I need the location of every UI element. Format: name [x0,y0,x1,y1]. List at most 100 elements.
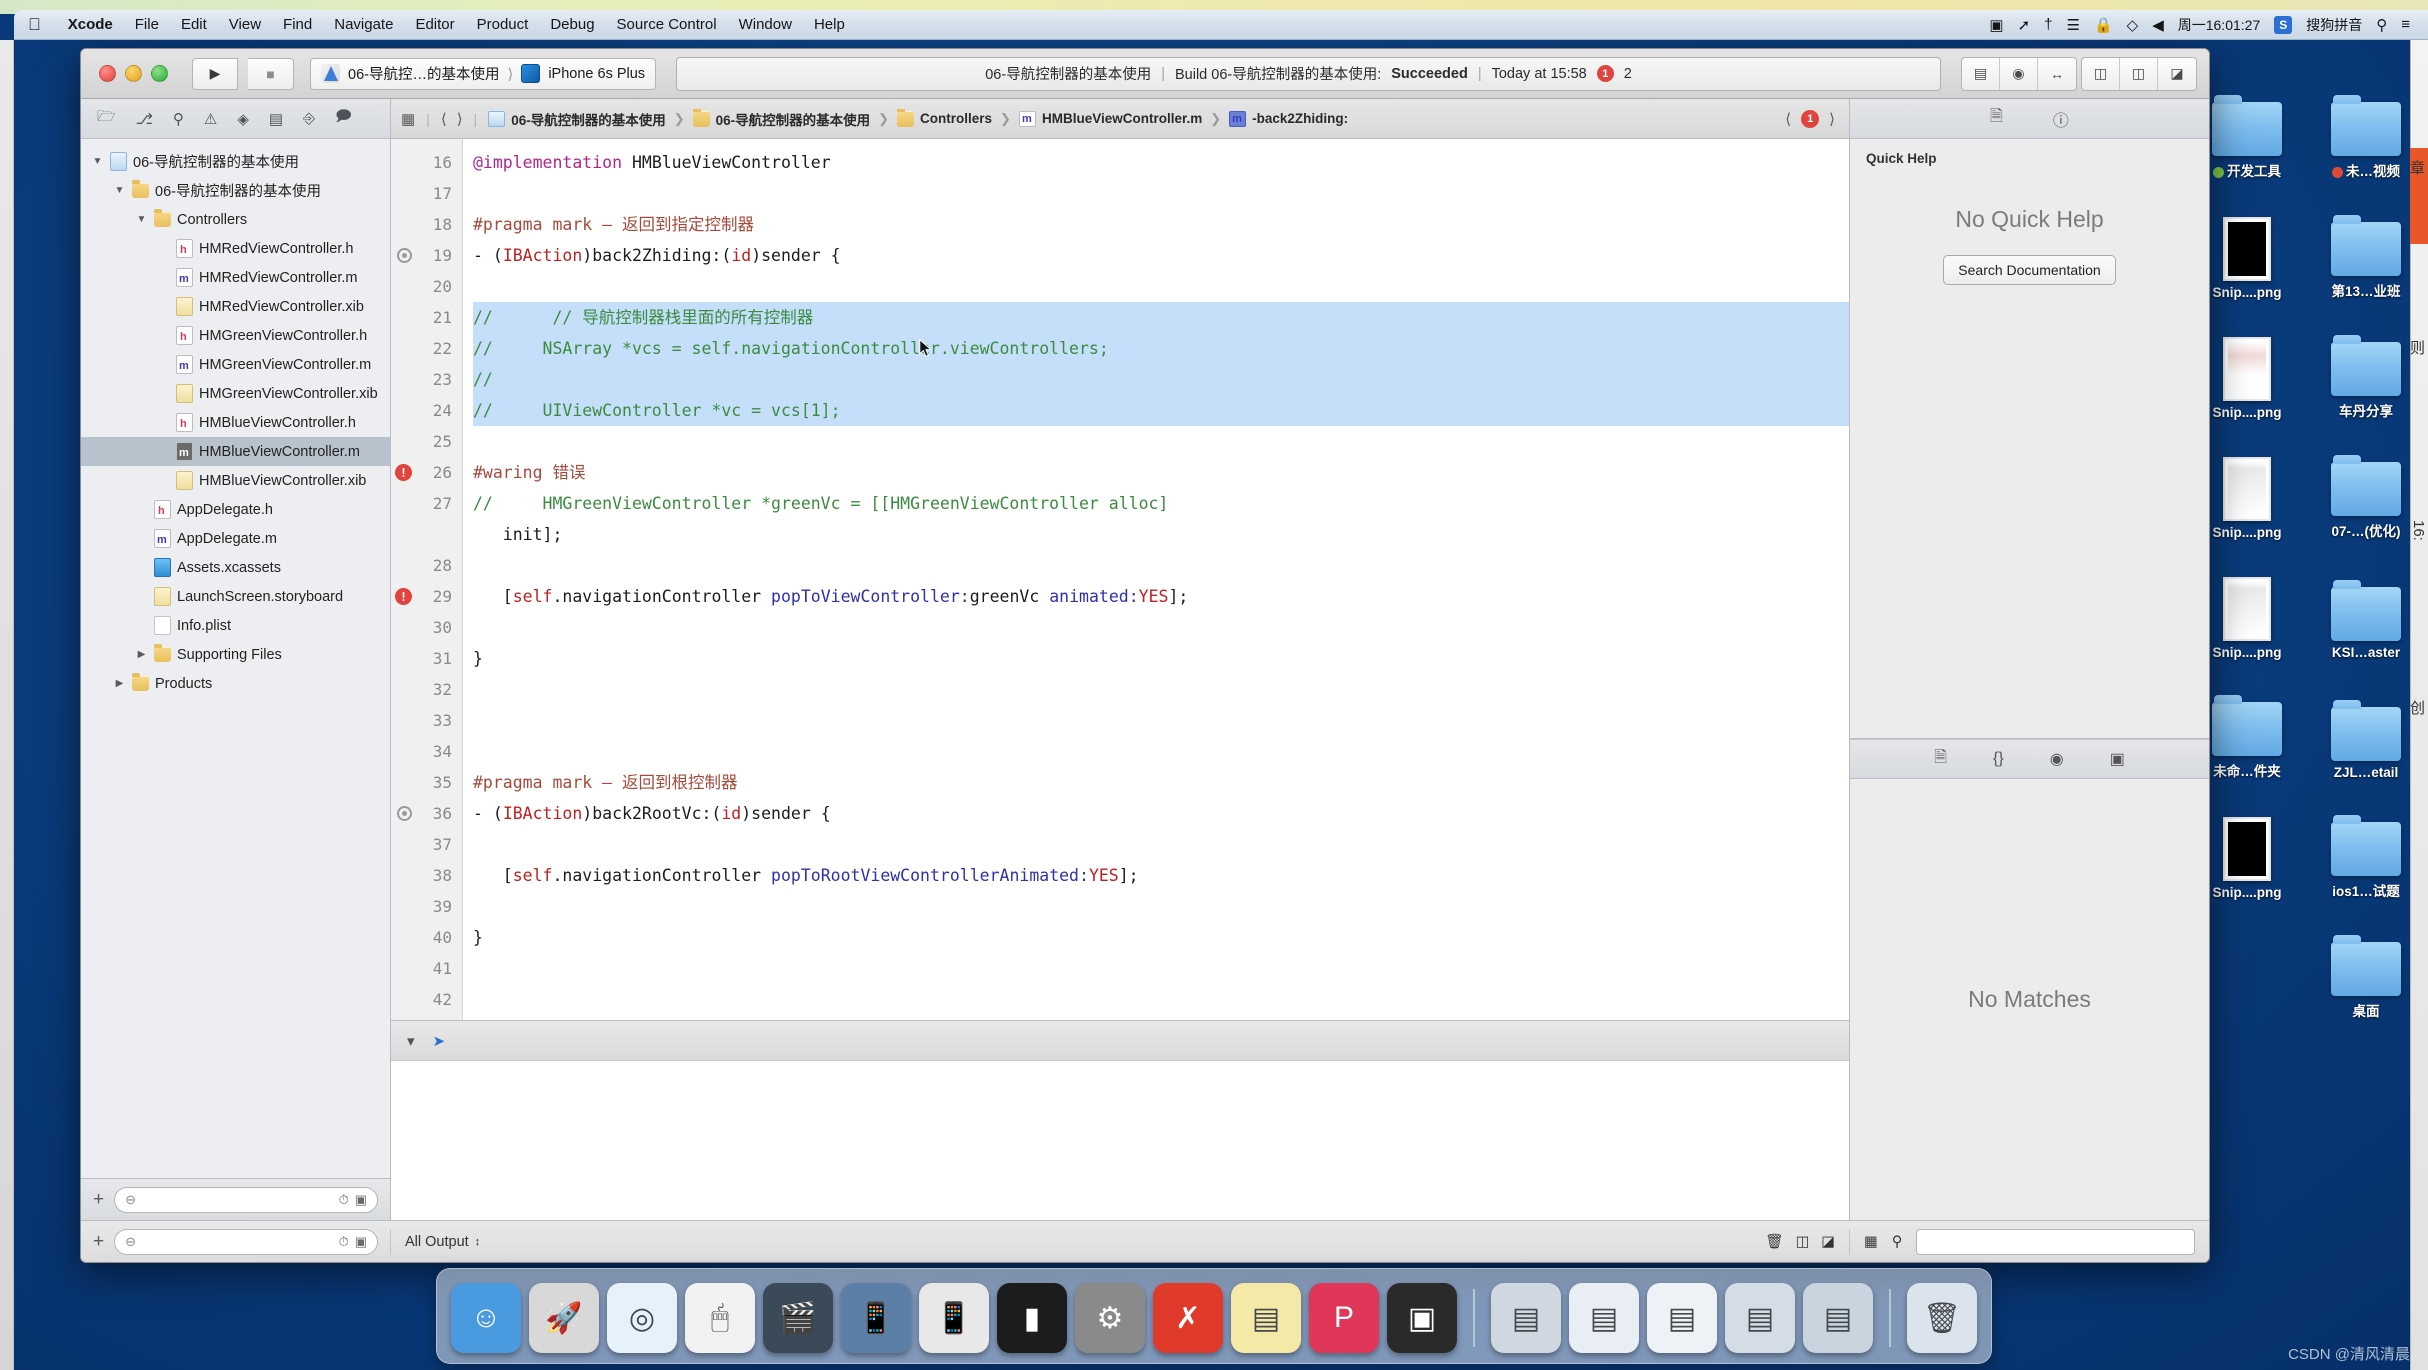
breadcrumb-item[interactable]: 06-导航控制器的基本使用 [692,108,870,129]
file-tree-row[interactable]: ▶ Supporting Files [81,640,390,669]
toggle-utilities-icon[interactable]: ◪ [2158,58,2196,90]
code-line[interactable] [473,612,1849,643]
system-preferences-icon[interactable]: ⚙ [1075,1283,1145,1353]
search-documentation-button[interactable]: Search Documentation [1943,255,2116,285]
gutter-line[interactable]: 16 [391,147,462,178]
window4-icon[interactable]: ▤ [1725,1283,1795,1353]
menu-item-navigate[interactable]: Navigate [323,16,404,33]
code-line[interactable]: - (IBAction)back2Zhiding:(id)sender { [473,240,1849,271]
folder-navigator-icon[interactable]: 🗁 [97,106,116,131]
xmind-icon[interactable]: ✗ [1153,1283,1223,1353]
desktop-icon[interactable]: KSI…aster [2311,540,2421,660]
menu-item-xcode[interactable]: Xcode [57,16,124,33]
safari-icon[interactable]: ◎ [607,1283,677,1353]
volume-icon[interactable]: ◀ [2152,16,2164,34]
menu-item-file[interactable]: File [124,16,170,33]
gutter-line[interactable]: 24 [391,395,462,426]
code-line[interactable] [473,426,1849,457]
toggle-debug-area-icon[interactable]: ◫ [2120,57,2158,90]
shield-icon[interactable]: ◇ [2127,16,2139,34]
debug-navigator-icon[interactable]: ▤ [269,110,283,128]
code-line[interactable]: #waring 错误 [473,457,1849,488]
gutter-line[interactable]: 18 [391,209,462,240]
file-tree-row[interactable]: · Info.plist [81,611,390,640]
breadcrumb-item[interactable]: 06-导航控制器的基本使用 [488,109,666,129]
breakpoint-navigator-icon[interactable]: ⎆ [303,110,315,127]
gutter-line[interactable]: 35 [391,767,462,798]
gutter-line[interactable]: ! 29 [391,581,462,612]
pocket-icon[interactable]: P [1309,1283,1379,1353]
go-forward-icon[interactable]: ⟩ [457,110,463,128]
gutter-line[interactable]: 28 [391,550,462,581]
code-line[interactable] [473,271,1849,302]
desktop-icon[interactable]: 车丹分享 [2311,300,2421,420]
gutter-line[interactable]: 23 [391,364,462,395]
code-line[interactable]: #pragma mark — 返回到指定控制器 [473,209,1849,240]
previous-issue-icon[interactable]: ⟨ [1785,110,1791,128]
disclosure-closed-icon[interactable]: ▶ [113,678,126,689]
code-line[interactable] [473,829,1849,860]
input-method-badge[interactable]: S [2274,15,2293,34]
trash-icon[interactable]: 🗑 [1907,1283,1977,1353]
file-tree-row[interactable]: ▼ 06-导航控制器的基本使用 [81,147,390,176]
file-tree-row[interactable]: · Assets.xcassets [81,553,390,582]
desktop-icon[interactable]: 桌面 [2311,900,2421,1020]
code-line[interactable] [473,953,1849,984]
navigator-filter-input[interactable]: ⊖ ⏱ ▣ [114,1186,378,1213]
gutter-line[interactable]: 37 [391,829,462,860]
issue-navigator-icon[interactable]: ⚠ [204,110,217,128]
simulator-icon[interactable]: 📱 [841,1283,911,1353]
file-tree-row[interactable]: · HMBlueViewController.m [81,437,390,466]
code-line[interactable] [473,178,1849,209]
file-tree-row[interactable]: ▼ Controllers [81,205,390,234]
code-text[interactable]: @implementation HMBlueViewController #pr… [463,139,1849,1020]
object-library-icon[interactable]: ◉ [2050,749,2064,769]
minimize-button[interactable] [125,65,142,82]
gutter-line[interactable]: 34 [391,736,462,767]
quick-help-inspector-icon[interactable]: ⓘ [2053,107,2069,131]
gutter-line[interactable]: 30 [391,612,462,643]
window5-icon[interactable]: ▤ [1803,1283,1873,1353]
add-icon[interactable]: + [93,1231,104,1253]
wifi-icon[interactable]: ☰ [2067,16,2080,34]
reveal-icon[interactable]: ▣ [355,1234,367,1250]
library-grid-icon[interactable]: ▦ [1864,1234,1878,1250]
gutter-line[interactable] [391,519,462,550]
code-line[interactable]: // NSArray *vcs = self.navigationControl… [473,333,1849,364]
airplay-icon[interactable]: ➚ [2018,16,2031,34]
disclosure-closed-icon[interactable]: ▶ [135,649,148,660]
step-into-icon[interactable]: ➤ [433,1032,446,1050]
test-navigator-icon[interactable]: ◈ [237,110,249,128]
mouse-app-icon[interactable]: 🖱 [685,1283,755,1353]
gutter-line[interactable]: 25 [391,426,462,457]
window2-icon[interactable]: ▤ [1569,1283,1639,1353]
menu-item-find[interactable]: Find [272,16,323,33]
file-tree-row[interactable]: · HMRedViewController.m [81,263,390,292]
code-line[interactable]: init]; [473,519,1849,550]
close-button[interactable] [99,65,116,82]
gutter-line[interactable]: 21 [391,302,462,333]
input-method-label[interactable]: 搜狗拼音 [2306,15,2362,35]
window3-icon[interactable]: ▤ [1647,1283,1717,1353]
code-line[interactable]: [self.navigationController popToViewCont… [473,581,1849,612]
source-control-navigator-icon[interactable]: ⎇ [136,110,153,128]
quicktime-icon[interactable]: 🎬 [763,1283,833,1353]
bottom-filter-input[interactable]: ⊖ ⏱ ▣ [114,1228,378,1255]
file-tree-row[interactable]: · AppDelegate.h [81,495,390,524]
gutter-line[interactable]: 20 [391,271,462,302]
notes-icon[interactable]: ▤ [1231,1283,1301,1353]
code-line[interactable] [473,705,1849,736]
code-line[interactable]: // UIViewController *vc = vcs[1]; [473,395,1849,426]
gutter-line[interactable]: 31 [391,643,462,674]
code-line[interactable]: - (IBAction)back2RootVc:(id)sender { [473,798,1849,829]
gutter-line[interactable]: 40 [391,922,462,953]
code-line[interactable]: } [473,922,1849,953]
file-tree-row[interactable]: · HMGreenViewController.h [81,321,390,350]
source-files-icon[interactable]: ▣ [355,1192,367,1208]
launchpad-icon[interactable]: 🚀 [529,1283,599,1353]
code-line[interactable]: // // 导航控制器栈里面的所有控制器 [473,302,1849,333]
file-tree-row[interactable]: · HMBlueViewController.xib [81,466,390,495]
menu-item-product[interactable]: Product [466,16,540,33]
desktop-icon[interactable]: ios1…试题 [2311,780,2421,900]
menu-item-view[interactable]: View [218,16,272,33]
